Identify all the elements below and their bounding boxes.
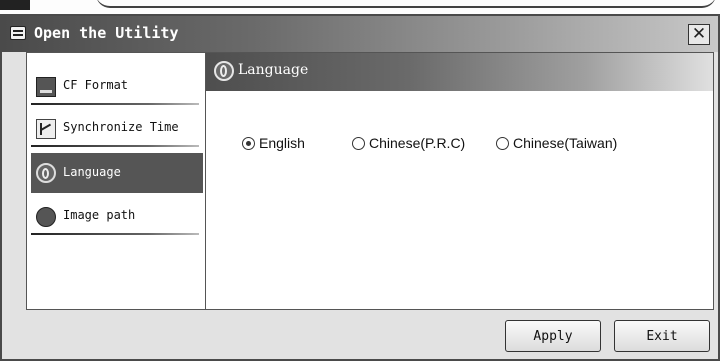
sidebar-item-synchronize-time[interactable]: Synchronize Time xyxy=(31,111,203,147)
app-icon xyxy=(10,26,26,40)
exit-button[interactable]: Exit xyxy=(614,320,710,352)
divider xyxy=(31,145,199,147)
window-title: Open the Utility xyxy=(34,24,179,42)
radio-circle[interactable] xyxy=(496,136,509,150)
radio-circle[interactable] xyxy=(352,136,365,150)
sidebar-item-label: Synchronize Time xyxy=(63,120,179,134)
sidebar-item-label: Image path xyxy=(63,208,136,222)
radio-chinese-taiwan[interactable]: Chinese(Taiwan) xyxy=(496,133,617,153)
radio-label: Chinese(Taiwan) xyxy=(513,135,618,151)
close-button[interactable]: ✕ xyxy=(688,24,710,45)
content-panel: Language English Chinese(P.R.C) Chinese(… xyxy=(206,52,714,310)
radio-label: Chinese(P.R.C) xyxy=(369,135,466,151)
apply-button[interactable]: Apply xyxy=(505,320,601,352)
radio-label: English xyxy=(259,135,305,151)
image-path-icon xyxy=(36,207,56,227)
title-bar[interactable]: Open the Utility ✕ xyxy=(2,16,718,52)
language-icon xyxy=(36,163,56,183)
sidebar-item-language[interactable]: Language xyxy=(31,153,203,193)
language-icon xyxy=(214,61,234,81)
radio-chinese-prc[interactable]: Chinese(P.R.C) xyxy=(352,133,465,153)
section-header: Language xyxy=(206,53,713,91)
radio-english[interactable]: English xyxy=(242,133,305,153)
cf-card-icon xyxy=(36,77,56,97)
divider xyxy=(31,103,199,105)
close-icon: ✕ xyxy=(691,24,707,44)
divider xyxy=(31,233,199,235)
background-fragment xyxy=(96,0,716,8)
background-strip xyxy=(0,0,720,14)
background-fragment xyxy=(0,0,30,10)
sidebar: CF Format Synchronize Time Language Imag… xyxy=(26,52,206,310)
radio-circle[interactable] xyxy=(242,136,255,150)
clock-icon xyxy=(36,119,56,139)
sidebar-item-label: Language xyxy=(63,165,121,179)
sidebar-item-cf-format[interactable]: CF Format xyxy=(31,69,203,105)
section-title: Language xyxy=(238,62,309,78)
sidebar-item-label: CF Format xyxy=(63,78,129,92)
sidebar-item-image-path[interactable]: Image path xyxy=(31,199,203,235)
